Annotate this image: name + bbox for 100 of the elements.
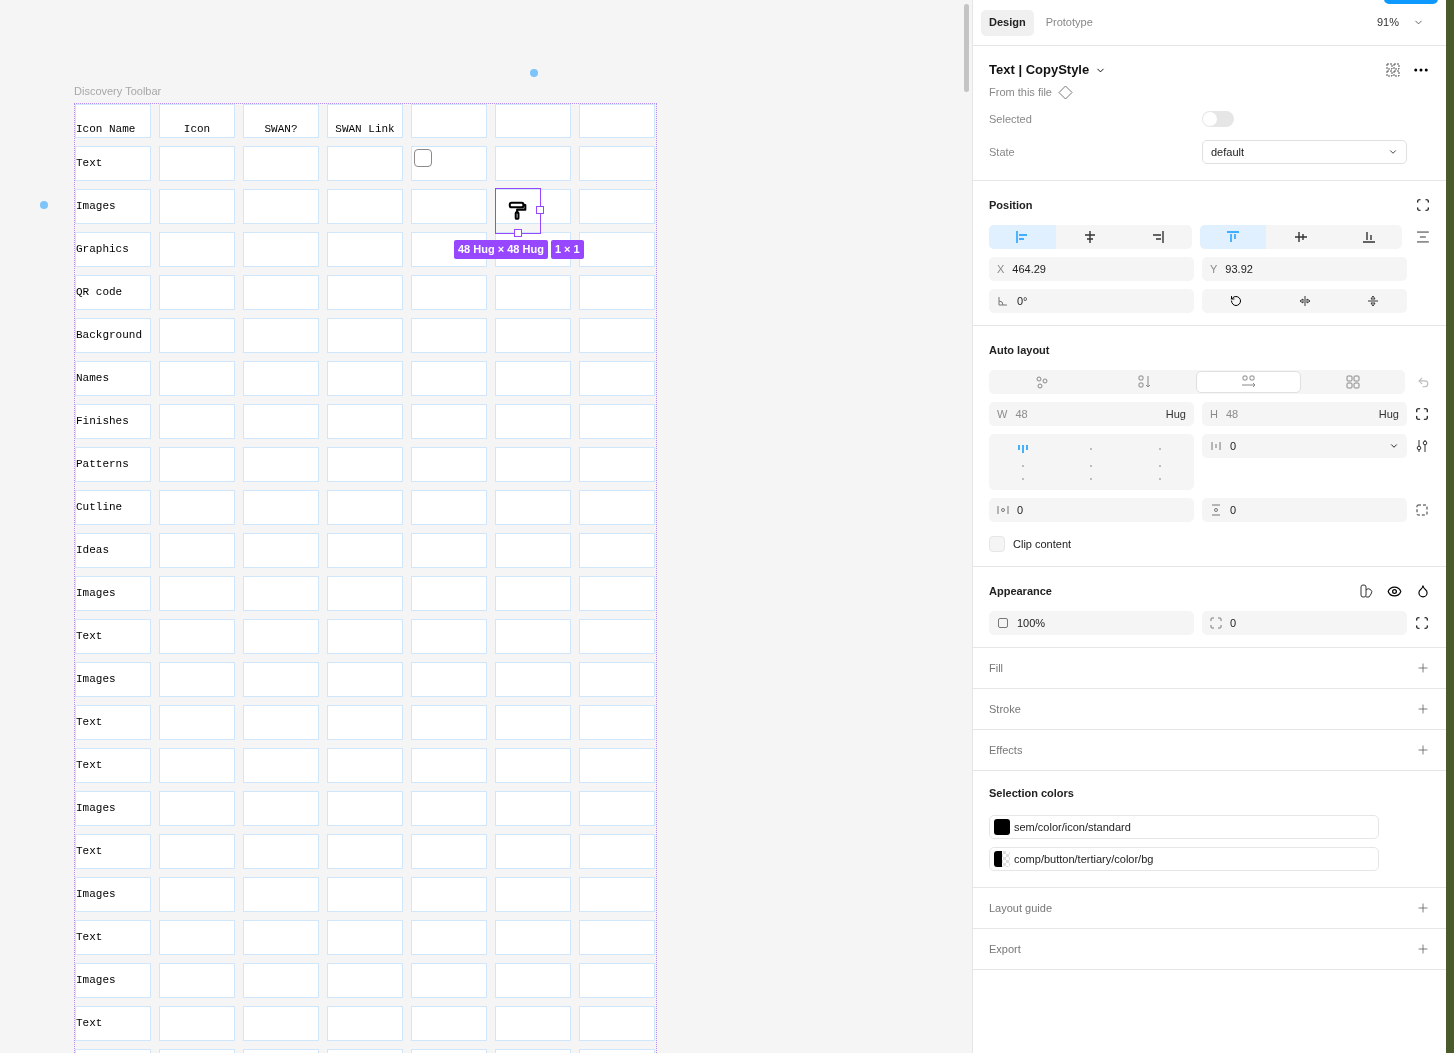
toggle-switch[interactable] (1202, 111, 1234, 127)
variable-mode-icon[interactable] (1359, 584, 1373, 598)
panel-tab[interactable]: Prototype (1037, 9, 1101, 36)
padding-icon[interactable] (1415, 503, 1429, 517)
align-left-icon (1015, 230, 1030, 244)
checkbox[interactable] (414, 149, 432, 167)
add-icon[interactable] (1416, 702, 1430, 716)
resize-icon[interactable] (1415, 407, 1429, 421)
align-top-icon (1226, 230, 1240, 244)
align-bottom-icon (1361, 230, 1376, 244)
y-field[interactable]: Y 93.92 (1202, 257, 1407, 281)
add-icon[interactable] (1416, 661, 1430, 675)
wrap-icon[interactable] (1417, 375, 1430, 389)
freeform-layout-icon (1034, 375, 1049, 389)
property-label: State (989, 144, 1016, 160)
state-dropdown[interactable]: default (1202, 140, 1407, 164)
blend-icon[interactable] (1416, 584, 1430, 598)
angle-icon (997, 295, 1009, 307)
rotation-field[interactable]: 0° (989, 289, 1194, 313)
grid-layout-icon (1345, 375, 1360, 389)
scrollbar-thumb[interactable] (963, 4, 969, 92)
color-style-row[interactable]: sem/color/icon/standard (989, 815, 1379, 839)
selected-icon-frame[interactable] (495, 188, 541, 234)
vertical-layout-icon (1137, 375, 1152, 389)
gap-field[interactable]: 0 (1202, 434, 1407, 458)
align-horizontal-button[interactable] (989, 225, 1056, 249)
row-label: Names (76, 373, 109, 384)
paint-roller-icon (507, 200, 529, 222)
section-title: Position (989, 197, 1033, 213)
align-vertical-button[interactable] (1199, 225, 1267, 249)
column-header: Icon (183, 124, 211, 135)
zoom-level[interactable]: 91% (1376, 14, 1399, 31)
row-label: Finishes (76, 416, 129, 427)
resize-handle[interactable] (536, 206, 544, 214)
distribute-icon[interactable] (1416, 230, 1430, 244)
section-title[interactable]: Export (989, 940, 1021, 958)
row-label: Images (76, 889, 116, 900)
scrollbar[interactable] (960, 0, 972, 1053)
row-label: Text (76, 631, 103, 642)
column-header: SWAN? (264, 124, 298, 135)
opacity-field[interactable]: 100% (989, 611, 1194, 635)
section-title[interactable]: Layout guide (989, 899, 1052, 917)
row-label: Patterns (76, 459, 129, 470)
field-value: 464.29 (1012, 261, 1046, 277)
corner-radius-field[interactable]: 0 (1202, 611, 1407, 635)
component-source: From this file (989, 84, 1052, 100)
color-style-row[interactable]: comp/button/tertiary/color/bg (989, 847, 1379, 871)
align-middle-icon (1293, 230, 1308, 244)
align-center-icon (1083, 230, 1098, 244)
field-label: X (997, 261, 1005, 277)
frame-focus-icon[interactable] (1416, 198, 1430, 212)
row-label: QR code (76, 287, 123, 298)
row-label: Images (76, 803, 116, 814)
section-title[interactable]: Fill (989, 659, 1004, 677)
row-label: Cutline (76, 502, 123, 513)
add-icon[interactable] (1416, 942, 1430, 956)
field-value: 48 (1015, 406, 1028, 422)
row-label: Text (76, 717, 103, 728)
height-field[interactable]: H 48 Hug (1202, 402, 1407, 426)
resize-handle[interactable] (514, 229, 522, 237)
x-field[interactable]: X 464.29 (989, 257, 1194, 281)
opacity-icon (997, 617, 1009, 629)
vertical-padding-field[interactable]: 0 (1202, 498, 1407, 522)
checkbox-label: Clip content (1013, 536, 1072, 552)
field-value: 0 (1230, 438, 1237, 454)
chevron-down-icon (1388, 147, 1398, 157)
color-style-name: sem/color/icon/standard (1014, 819, 1131, 835)
section-title: Appearance (989, 583, 1052, 599)
rotate-icon (1229, 295, 1242, 307)
row-label: Images (76, 201, 116, 212)
visibility-icon[interactable] (1387, 583, 1402, 599)
size-badge: 48 Hug × 48 Hug (454, 240, 548, 259)
clip-content-checkbox[interactable] (989, 536, 1005, 552)
color-style-name: comp/button/tertiary/color/bg (1014, 851, 1154, 867)
field-mode: Hug (1165, 406, 1186, 422)
horizontal-padding-field[interactable]: 0 (989, 498, 1194, 522)
add-icon[interactable] (1416, 901, 1430, 915)
section-title[interactable]: Stroke (989, 700, 1021, 718)
row-label: Text (76, 932, 103, 943)
row-label: Background (76, 330, 142, 341)
padding-horizontal-icon (997, 504, 1009, 516)
width-field[interactable]: W 48 Hug (989, 402, 1194, 426)
sliders-icon[interactable] (1415, 439, 1429, 453)
field-value: 0° (1017, 293, 1028, 309)
frame-label: Discovery Toolbar (74, 84, 163, 99)
flip-horizontal-icon (1298, 295, 1311, 307)
section-title[interactable]: Effects (989, 741, 1023, 759)
row-label: Text (76, 158, 103, 169)
add-icon[interactable] (1416, 743, 1430, 757)
row-label: Images (76, 975, 116, 986)
field-mode: Hug (1378, 406, 1399, 422)
component-title[interactable]: Text | CopyStyle (989, 60, 1090, 80)
color-swatch (994, 851, 1010, 867)
property-label: Selected (989, 111, 1033, 127)
independent-corners-icon[interactable] (1415, 616, 1429, 630)
panel-tab[interactable]: Design (981, 9, 1034, 36)
row-label: Text (76, 846, 103, 857)
layout-direction-button[interactable] (1196, 371, 1302, 393)
component-grid-icon[interactable] (1386, 63, 1400, 77)
field-value: 0 (1230, 615, 1237, 631)
